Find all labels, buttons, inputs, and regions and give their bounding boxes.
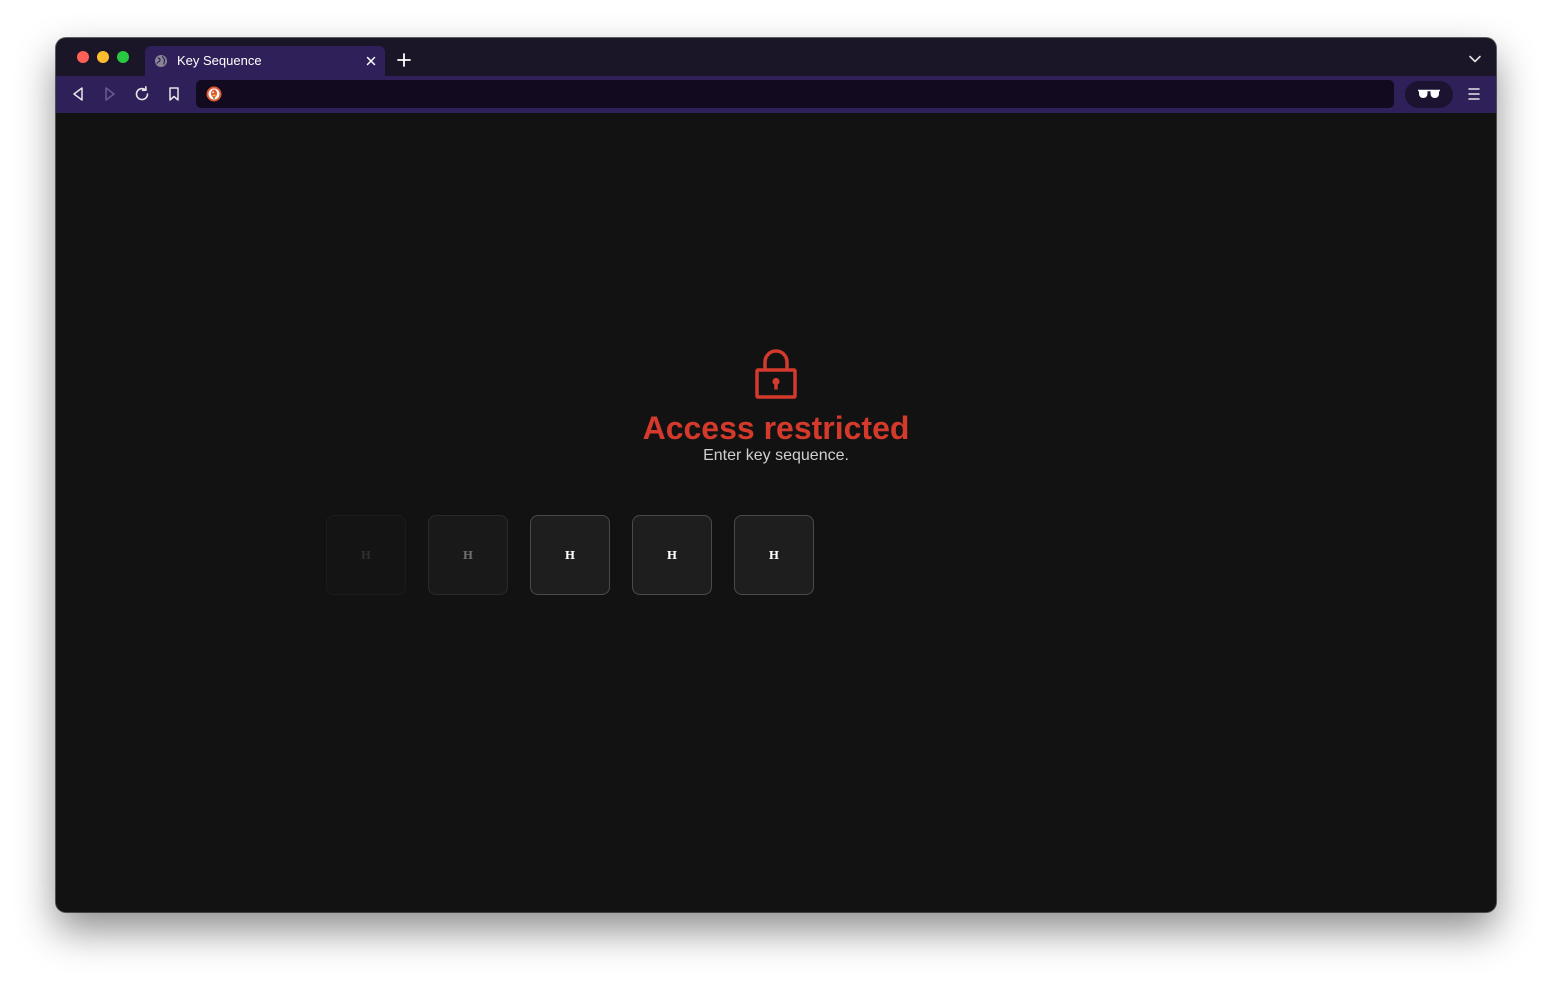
tab-key-sequence[interactable]: Key Sequence xyxy=(145,46,385,76)
key-tile: H xyxy=(632,515,712,595)
privacy-glasses-icon xyxy=(1418,89,1440,98)
minimize-window-icon[interactable] xyxy=(97,51,109,63)
globe-icon xyxy=(155,55,167,67)
key-tile: H xyxy=(428,515,508,595)
key-tile: H xyxy=(530,515,610,595)
zoom-window-icon[interactable] xyxy=(117,51,129,63)
toolbar xyxy=(56,76,1496,113)
address-bar[interactable] xyxy=(196,80,1394,108)
browser-window: Key Sequence Access restricted Enter key… xyxy=(56,38,1496,912)
bookmark-icon[interactable] xyxy=(165,85,183,103)
chevron-down-icon[interactable] xyxy=(1468,54,1482,64)
new-tab-icon[interactable] xyxy=(396,52,412,68)
page-content: Access restricted Enter key sequence. H … xyxy=(56,113,1496,912)
address-input[interactable] xyxy=(230,80,1380,108)
menu-icon[interactable] xyxy=(1466,87,1482,101)
key-tile: H xyxy=(734,515,814,595)
close-icon[interactable] xyxy=(363,53,379,69)
forward-icon[interactable] xyxy=(101,85,119,103)
back-icon[interactable] xyxy=(69,85,87,103)
privacy-button[interactable] xyxy=(1405,81,1453,108)
duckduckgo-icon xyxy=(206,86,222,102)
title-bar: Key Sequence xyxy=(56,38,1496,76)
close-window-icon[interactable] xyxy=(77,51,89,63)
tab-title: Key Sequence xyxy=(177,53,262,68)
lock-icon xyxy=(755,349,797,399)
instruction-text: Enter key sequence. xyxy=(703,447,849,464)
page-title: Access restricted xyxy=(642,410,910,446)
key-tile: H xyxy=(326,515,406,595)
reload-icon[interactable] xyxy=(133,85,151,103)
